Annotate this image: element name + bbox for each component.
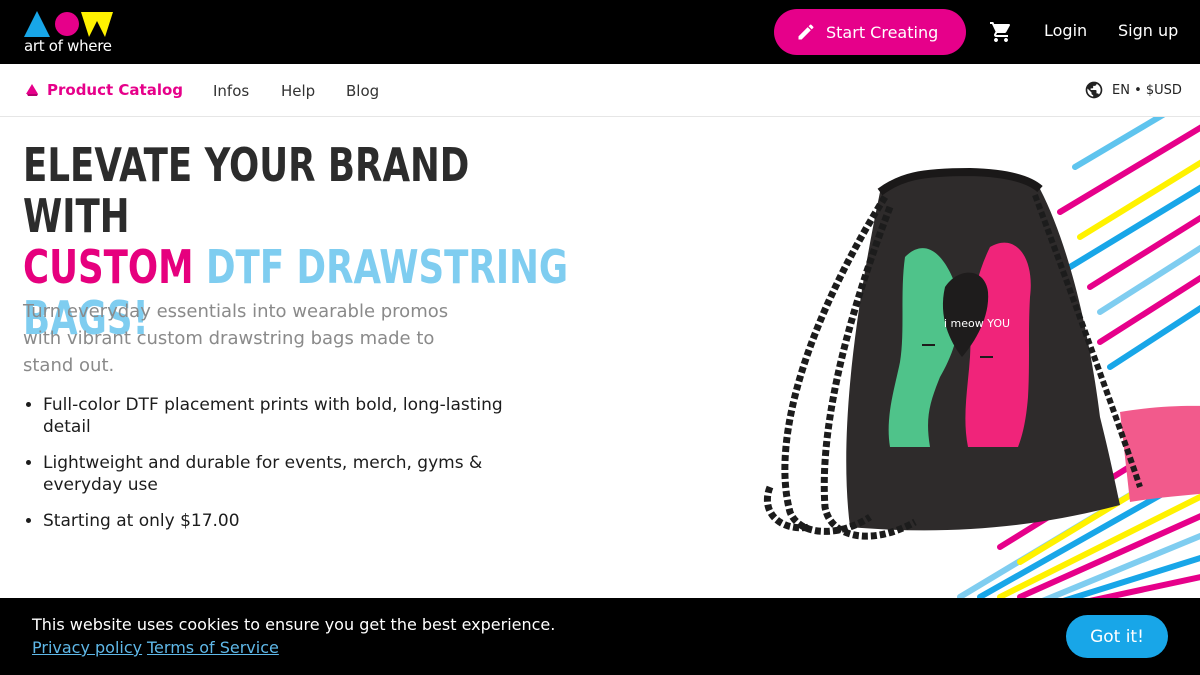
list-item: Starting at only $17.00	[43, 510, 553, 532]
nav-help[interactable]: Help	[281, 82, 315, 100]
top-header: art of where Start Creating Login Sign u…	[0, 0, 1200, 64]
terms-of-service-link[interactable]: Terms of Service	[147, 638, 279, 657]
globe-icon	[1085, 81, 1103, 99]
list-item: Full-color DTF placement prints with bol…	[43, 394, 553, 438]
hero-title-custom: Custom	[23, 240, 194, 294]
locale-label: EN • $USD	[1112, 82, 1182, 98]
hero-image: i meow YOU	[763, 117, 1200, 598]
hero-subtitle: Turn everyday essentials into wearable p…	[23, 301, 449, 376]
shopping-cart-icon[interactable]	[988, 20, 1014, 44]
catalog-icon	[26, 84, 38, 96]
cookie-banner: This website uses cookies to ensure you …	[0, 598, 1200, 675]
hero-title-line1: Elevate your brand with	[23, 138, 470, 243]
cookie-message: This website uses cookies to ensure you …	[32, 615, 556, 634]
accept-cookies-button[interactable]: Got it!	[1066, 615, 1168, 658]
signup-link[interactable]: Sign up	[1118, 21, 1178, 40]
list-item: Lightweight and durable for events, merc…	[43, 452, 553, 496]
secondary-nav: Product Catalog Infos Help Blog EN • $US…	[0, 64, 1200, 117]
bag-print-text: i meow YOU	[944, 317, 1010, 330]
start-creating-label: Start Creating	[826, 22, 939, 42]
login-link[interactable]: Login	[1044, 21, 1087, 40]
start-creating-button[interactable]: Start Creating	[774, 9, 966, 55]
logo-text: art of where	[24, 37, 112, 55]
product-catalog-label: Product Catalog	[47, 81, 184, 99]
feature-list: Full-color DTF placement prints with bol…	[43, 394, 553, 546]
nav-infos[interactable]: Infos	[213, 82, 249, 100]
privacy-policy-link[interactable]: Privacy policy	[32, 638, 142, 657]
page: art of where Start Creating Login Sign u…	[0, 0, 1200, 675]
hero-title-product: DTF Drawstring	[205, 240, 569, 294]
pencil-icon	[798, 24, 814, 40]
nav-blog[interactable]: Blog	[346, 82, 379, 100]
locale-selector[interactable]: EN • $USD	[1084, 80, 1182, 100]
logo-mark-icon	[24, 11, 113, 37]
logo[interactable]: art of where	[24, 11, 120, 55]
product-catalog-link[interactable]: Product Catalog	[24, 81, 183, 99]
